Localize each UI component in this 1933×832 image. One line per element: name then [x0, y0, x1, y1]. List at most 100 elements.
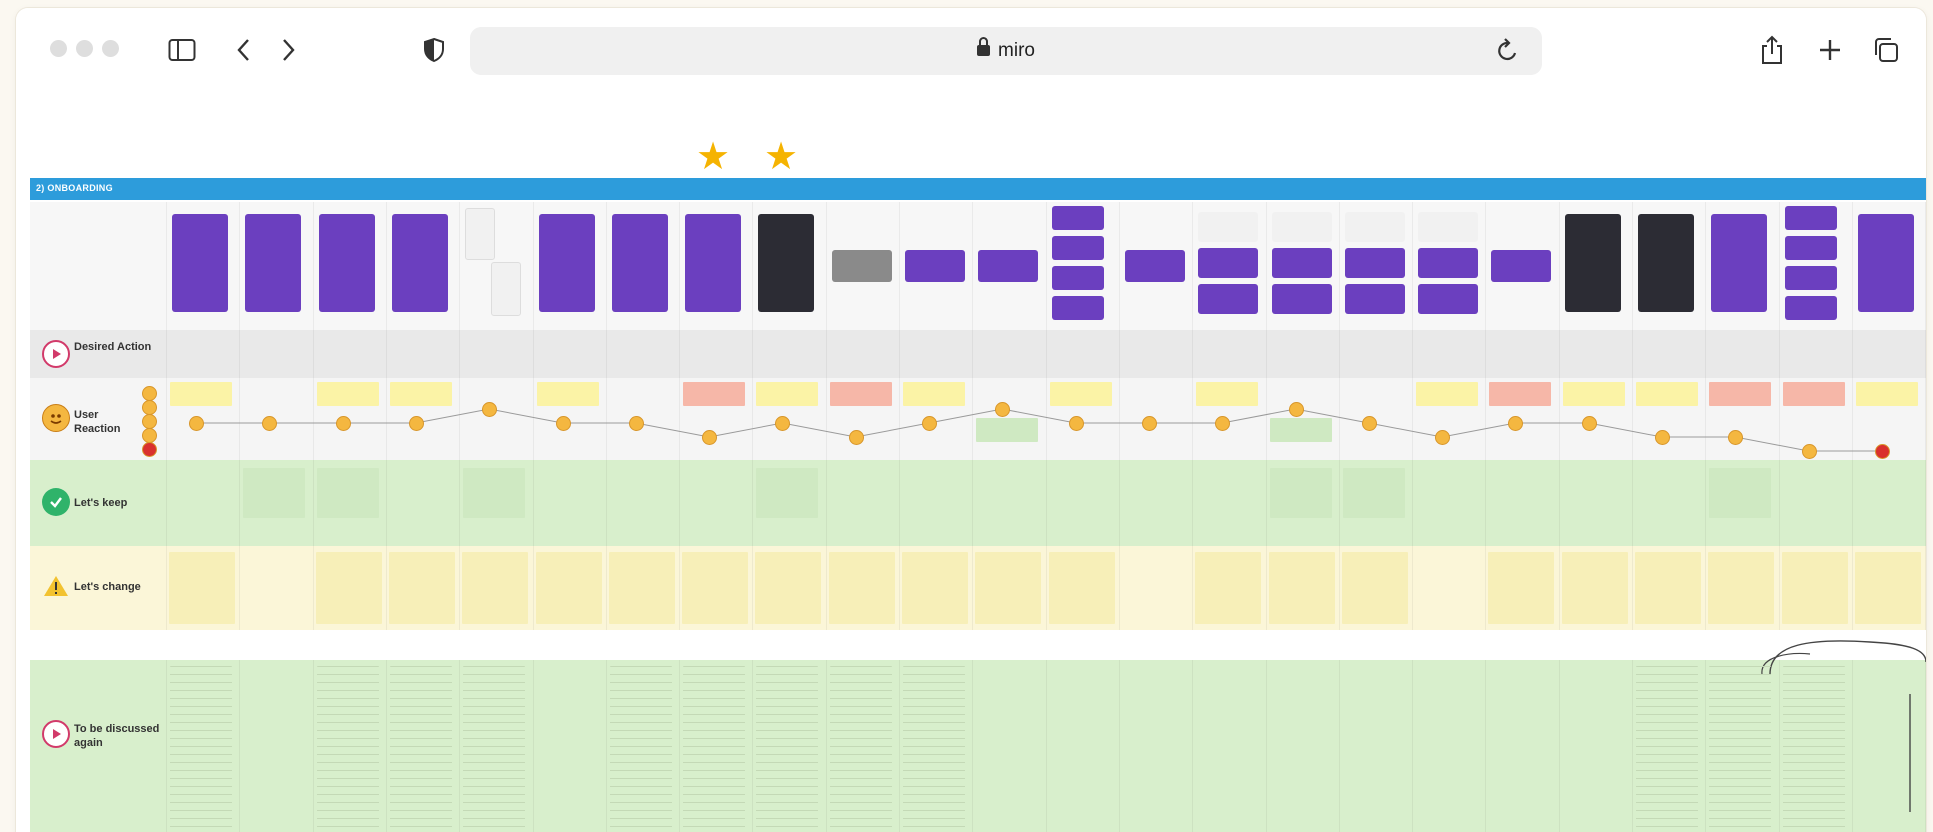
emotion-face-icon[interactable]	[1435, 430, 1451, 445]
minimize-window-button[interactable]	[76, 40, 93, 57]
sticky-note[interactable]	[902, 552, 968, 624]
app-screen-thumbnail[interactable]	[1418, 284, 1479, 314]
discussion-notes[interactable]	[463, 666, 526, 832]
app-screen-thumbnail[interactable]	[1491, 250, 1552, 282]
emotion-face-icon[interactable]	[1288, 402, 1304, 417]
sticky-note[interactable]	[975, 552, 1042, 624]
sticky-note[interactable]	[1268, 552, 1335, 624]
sticky-note[interactable]	[1562, 382, 1625, 406]
sticky-note[interactable]	[315, 552, 382, 624]
sticky-note[interactable]	[1269, 468, 1332, 518]
sticky-note[interactable]	[608, 552, 675, 624]
sticky-note[interactable]	[1854, 552, 1921, 624]
discussion-notes[interactable]	[1636, 666, 1698, 832]
sticky-note[interactable]	[828, 552, 895, 624]
app-screen-thumbnail[interactable]	[1344, 284, 1405, 314]
sticky-note[interactable]	[756, 468, 819, 518]
emotion-face-icon[interactable]	[1801, 444, 1817, 459]
app-screen-thumbnail[interactable]	[1564, 214, 1621, 312]
emotion-face-icon[interactable]	[335, 416, 351, 431]
sticky-note[interactable]	[1489, 382, 1552, 406]
app-screen-thumbnail[interactable]	[1271, 248, 1332, 278]
app-screen-thumbnail[interactable]	[245, 214, 302, 312]
sticky-note[interactable]	[1636, 382, 1698, 406]
emotion-face-icon[interactable]	[628, 416, 644, 431]
emotion-face-icon[interactable]	[702, 430, 718, 445]
sticky-note[interactable]	[169, 552, 235, 624]
tabs-icon[interactable]	[1868, 32, 1904, 68]
app-screen-thumbnail[interactable]	[1344, 248, 1405, 278]
app-screen-thumbnail[interactable]	[1051, 236, 1104, 260]
sticky-note[interactable]	[316, 382, 379, 406]
discussion-notes[interactable]	[1709, 666, 1772, 832]
sticky-note[interactable]	[170, 382, 232, 406]
app-screen-thumbnail[interactable]	[318, 214, 375, 312]
shield-icon[interactable]	[416, 32, 452, 68]
sticky-note[interactable]	[1855, 382, 1918, 406]
sticky-note[interactable]	[1196, 382, 1259, 406]
emotion-face-icon[interactable]	[1655, 430, 1670, 445]
sticky-note[interactable]	[1709, 382, 1772, 406]
maximize-window-button[interactable]	[102, 40, 119, 57]
emotion-face-icon[interactable]	[1874, 444, 1890, 459]
new-tab-icon[interactable]	[1812, 32, 1848, 68]
discussion-notes[interactable]	[389, 666, 452, 832]
sticky-note[interactable]	[463, 468, 526, 518]
discussion-notes[interactable]	[829, 666, 892, 832]
sidebar-icon[interactable]	[164, 32, 200, 68]
app-screen-thumbnail[interactable]	[1124, 250, 1185, 282]
sticky-note[interactable]	[1341, 552, 1408, 624]
sticky-note[interactable]	[1635, 552, 1701, 624]
sticky-note[interactable]	[536, 382, 599, 406]
sticky-note[interactable]	[683, 382, 746, 406]
app-screen-thumbnail[interactable]	[1051, 266, 1104, 290]
emotion-face-icon[interactable]	[1581, 416, 1597, 431]
app-screen-thumbnail[interactable]	[1344, 212, 1405, 242]
sticky-note[interactable]	[1416, 382, 1479, 406]
app-screen-thumbnail[interactable]	[491, 262, 522, 316]
emotion-face-icon[interactable]	[1068, 416, 1084, 431]
app-screen-thumbnail[interactable]	[1784, 266, 1837, 290]
discussion-notes[interactable]	[170, 666, 232, 832]
sticky-note[interactable]	[535, 552, 602, 624]
back-icon[interactable]	[226, 32, 262, 68]
emotion-face-icon[interactable]	[1141, 416, 1157, 431]
emotion-face-icon[interactable]	[848, 430, 864, 445]
sticky-note[interactable]	[1048, 552, 1115, 624]
app-screen-thumbnail[interactable]	[1784, 296, 1837, 320]
app-screen-thumbnail[interactable]	[1784, 206, 1837, 230]
app-screen-thumbnail[interactable]	[758, 214, 815, 312]
app-screen-thumbnail[interactable]	[1198, 248, 1259, 278]
sticky-note[interactable]	[1561, 552, 1628, 624]
sticky-note[interactable]	[1708, 552, 1775, 624]
app-screen-thumbnail[interactable]	[1418, 212, 1479, 242]
sticky-note[interactable]	[1781, 552, 1848, 624]
discussion-notes[interactable]	[683, 666, 746, 832]
emotion-face-icon[interactable]	[1361, 416, 1377, 431]
star-icon[interactable]: ★	[764, 138, 798, 176]
app-screen-thumbnail[interactable]	[905, 250, 965, 282]
app-screen-thumbnail[interactable]	[611, 214, 668, 312]
app-screen-thumbnail[interactable]	[172, 214, 228, 312]
app-screen-thumbnail[interactable]	[1271, 284, 1332, 314]
app-screen-thumbnail[interactable]	[465, 208, 496, 260]
app-screen-thumbnail[interactable]	[1711, 214, 1768, 312]
emotion-face-icon[interactable]	[555, 416, 571, 431]
sticky-note[interactable]	[1782, 382, 1845, 406]
emotion-face-icon[interactable]	[189, 416, 204, 431]
app-screen-thumbnail[interactable]	[391, 214, 448, 312]
discussion-notes[interactable]	[903, 666, 965, 832]
emotion-face-icon[interactable]	[408, 416, 424, 431]
sticky-note[interactable]	[976, 418, 1039, 442]
star-icon[interactable]: ★	[696, 138, 730, 176]
share-icon[interactable]	[1754, 32, 1790, 68]
miro-board[interactable]: ★ ★ 2) ONBOARDING Desired Action User Re…	[16, 94, 1926, 832]
discussion-notes[interactable]	[609, 666, 672, 832]
sticky-note[interactable]	[756, 382, 819, 406]
app-screen-thumbnail[interactable]	[978, 250, 1039, 282]
sticky-note[interactable]	[1342, 468, 1405, 518]
app-screen-thumbnail[interactable]	[1784, 236, 1837, 260]
sticky-note[interactable]	[389, 382, 452, 406]
sticky-note[interactable]	[1269, 418, 1332, 442]
sticky-note[interactable]	[462, 552, 529, 624]
